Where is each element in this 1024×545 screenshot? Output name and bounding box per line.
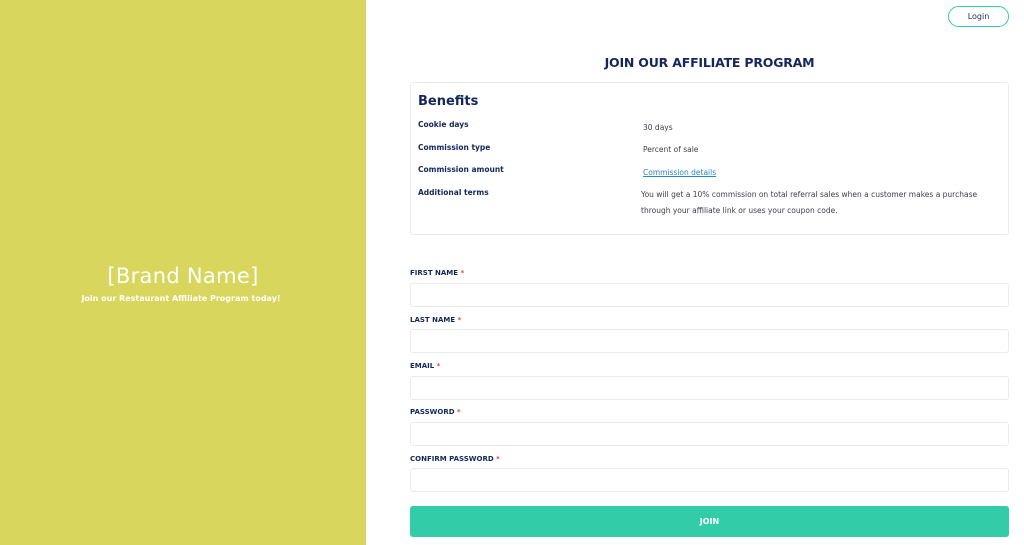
required-marker: * (496, 455, 500, 463)
benefit-value-cookie-days: 30 days (643, 123, 673, 132)
brand-tagline: Join our Restaurant Affiliate Program to… (81, 294, 281, 303)
password-input[interactable] (410, 422, 1009, 446)
last-name-label: LAST NAME * (410, 316, 462, 324)
first-name-label: FIRST NAME * (410, 269, 465, 277)
benefit-value-commission-type: Percent of sale (643, 145, 699, 154)
benefit-label-commission-type: Commission type (418, 143, 491, 152)
benefit-label-cookie-days: Cookie days (418, 120, 469, 129)
join-button[interactable]: JOIN (410, 506, 1009, 537)
required-marker: * (457, 316, 462, 324)
required-marker: * (436, 362, 441, 370)
email-label: EMAIL * (410, 362, 441, 370)
last-name-input[interactable] (410, 329, 1009, 353)
confirm-password-label: CONFIRM PASSWORD * (410, 455, 500, 463)
benefit-value-additional-terms: You will get a 10% commission on total r… (641, 190, 978, 215)
benefits-card: Benefits Cookie days 30 days Commission … (410, 82, 1009, 235)
confirm-password-input[interactable] (410, 468, 1009, 492)
brand-panel: [Brand Name] Join our Restaurant Affilia… (0, 0, 366, 545)
password-label: PASSWORD * (410, 408, 461, 416)
email-input[interactable] (410, 376, 1009, 400)
commission-details-link[interactable]: Commission details (643, 168, 716, 177)
first-name-input[interactable] (410, 283, 1009, 307)
benefit-label-additional-terms: Additional terms (418, 188, 489, 197)
page-title: JOIN OUR AFFILIATE PROGRAM (604, 55, 815, 70)
benefit-label-commission-amount: Commission amount (418, 165, 504, 174)
required-marker: * (460, 269, 465, 277)
benefits-heading: Benefits (418, 94, 479, 109)
required-marker: * (456, 408, 461, 416)
login-button[interactable]: Login (948, 6, 1009, 27)
brand-name: [Brand Name] (107, 264, 259, 288)
